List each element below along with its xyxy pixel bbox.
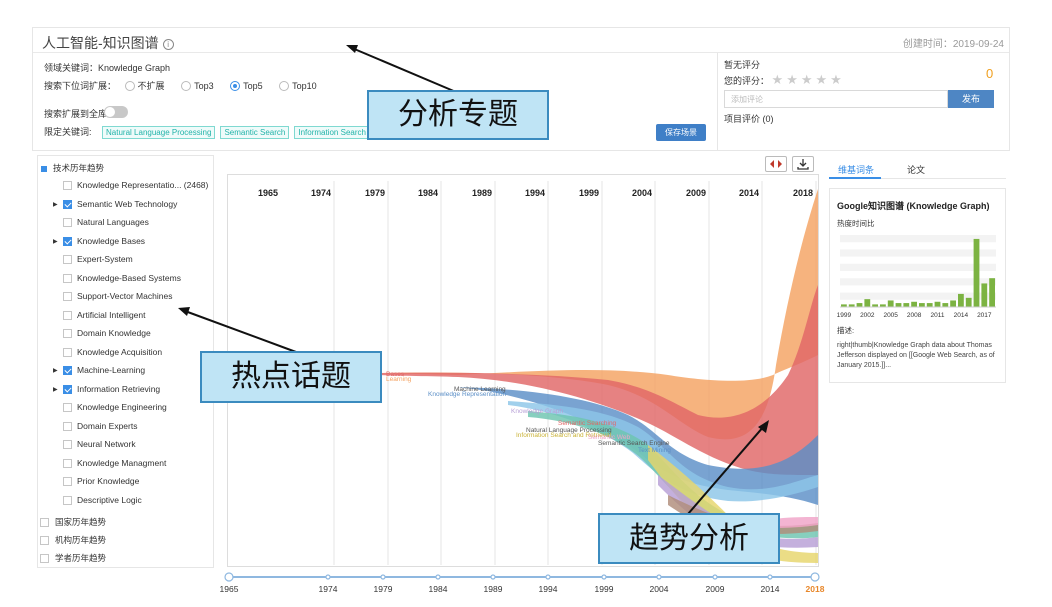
callout-topic: 分析专题 [367,90,549,140]
callout-hot: 热点话题 [200,351,382,403]
callout-trend: 趋势分析 [598,513,780,564]
